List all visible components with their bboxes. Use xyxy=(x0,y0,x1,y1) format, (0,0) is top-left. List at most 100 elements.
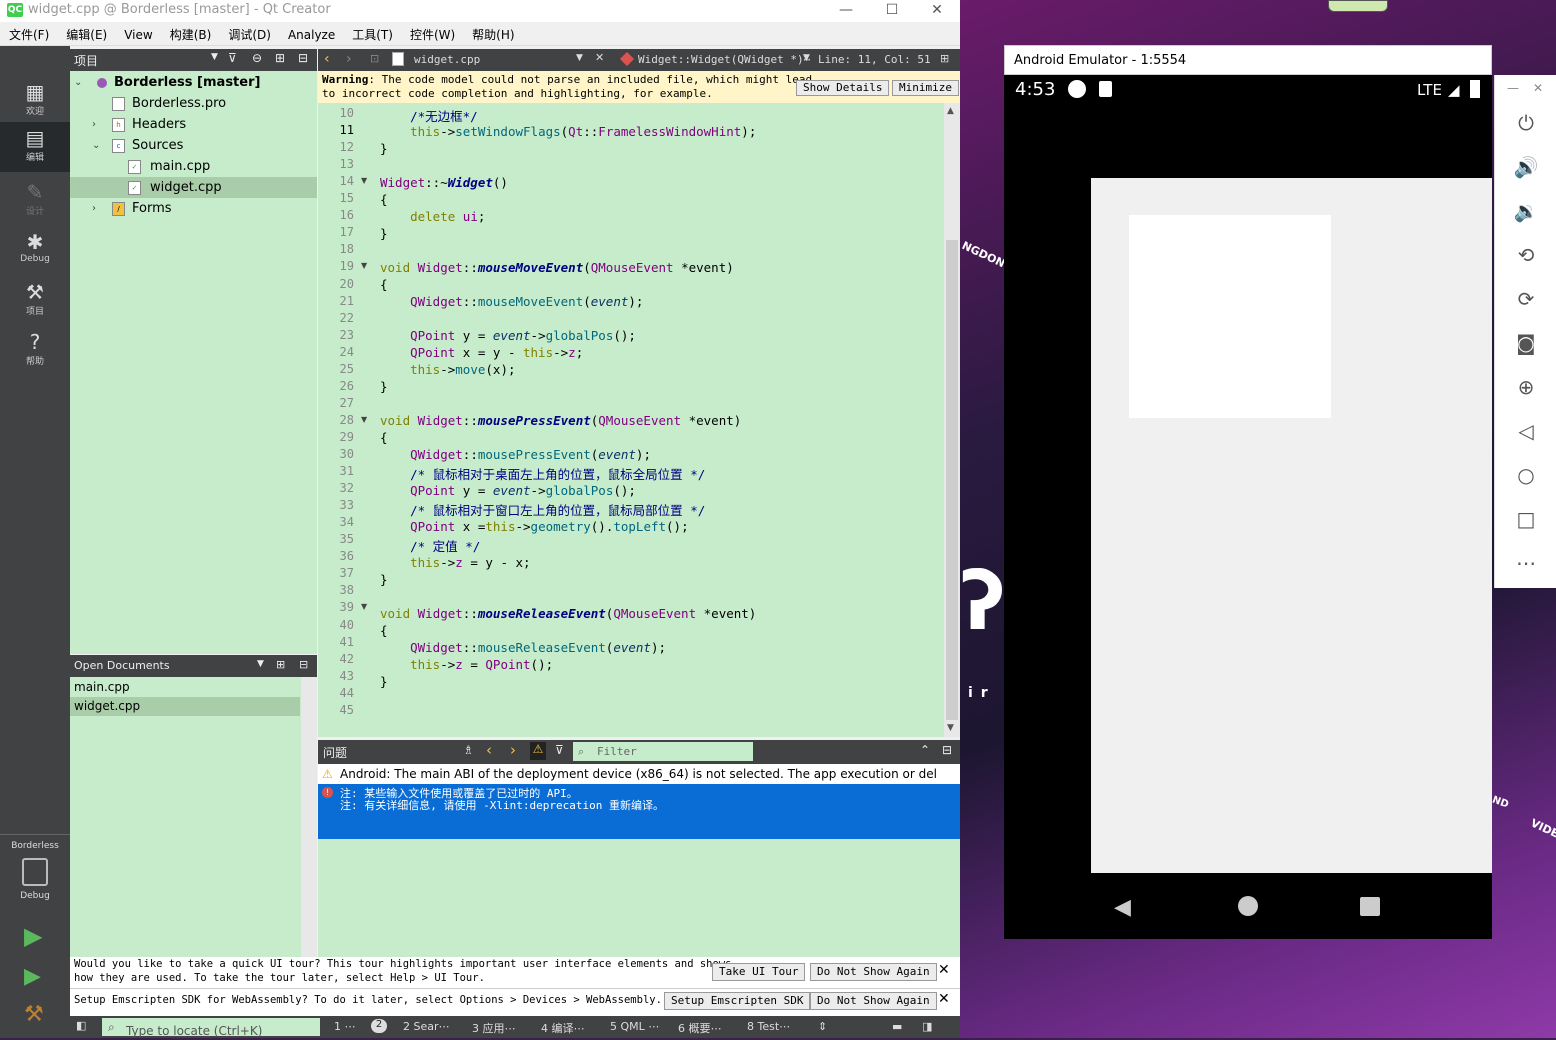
chevron-right-icon[interactable]: › xyxy=(92,198,96,219)
tree-item-main-cpp[interactable]: ✓ main.cpp xyxy=(70,156,317,177)
open-doc-item[interactable]: widget.cpp xyxy=(70,697,300,716)
tree-item-sources[interactable]: ⌄ c Sources xyxy=(70,135,317,156)
zoom-icon[interactable]: ⊕ xyxy=(1495,375,1556,399)
tree-item-forms[interactable]: › / Forms xyxy=(70,198,317,219)
mode-help[interactable]: ? 帮助 xyxy=(0,326,70,376)
cursor-position[interactable]: Line: 11, Col: 51 xyxy=(818,53,931,66)
chevron-down-icon[interactable]: ▼ xyxy=(803,53,810,63)
close-icon[interactable]: ✕ xyxy=(938,991,950,1007)
minimize-button[interactable]: — xyxy=(823,0,869,22)
chevron-down-icon[interactable]: ⌄ xyxy=(74,72,82,93)
menu-view[interactable]: View xyxy=(115,24,160,42)
split-icon[interactable]: ⊞ xyxy=(276,658,285,671)
chevron-down-icon[interactable]: ▼ xyxy=(211,52,218,62)
output-tab[interactable]: 8 Test⋯ xyxy=(747,1020,790,1033)
close-button[interactable]: ✕ xyxy=(914,0,960,22)
rotate-right-icon[interactable]: ⟳ xyxy=(1495,287,1556,311)
emulator-screen[interactable]: 4:53 LTE ◢ ◀ xyxy=(1004,75,1492,939)
camera-icon[interactable]: ◙ xyxy=(1495,331,1556,355)
close-pane-icon[interactable]: ⊟ xyxy=(942,743,952,757)
debug-run-icon[interactable]: ▶ xyxy=(24,964,41,989)
maximize-pane-icon[interactable]: ⌃ xyxy=(920,743,930,757)
show-details-button[interactable]: Show Details xyxy=(796,80,890,96)
mode-debug[interactable]: ✱ Debug xyxy=(0,226,70,276)
chevron-down-icon[interactable]: ⌄ xyxy=(92,135,100,156)
filter-icon[interactable]: ⊽ xyxy=(555,743,564,757)
overview-icon[interactable]: □ xyxy=(1495,507,1556,531)
menu-help[interactable]: 帮助(H) xyxy=(463,22,522,43)
split-icon[interactable]: ⊞ xyxy=(940,52,949,65)
fold-marker-icon[interactable]: ▼ xyxy=(361,602,367,611)
mode-projects[interactable]: ⚒ 项目 xyxy=(0,276,70,326)
fold-marker-icon[interactable]: ▼ xyxy=(361,415,367,424)
home-icon[interactable] xyxy=(1238,896,1258,916)
power-icon[interactable]: ⏻ xyxy=(1495,111,1556,135)
close-panel-icon[interactable]: ⊟ xyxy=(298,51,308,65)
do-not-show-again-button[interactable]: Do Not Show Again xyxy=(810,963,937,981)
chevron-down-icon[interactable]: ▼ xyxy=(576,53,583,63)
issues-filter-input[interactable]: ⌕ Filter xyxy=(573,742,753,761)
recents-icon[interactable] xyxy=(1360,897,1380,916)
back-icon[interactable]: ◀ xyxy=(1114,895,1131,920)
more-icon[interactable]: ⇕ xyxy=(818,1020,827,1033)
fold-marker-icon[interactable]: ▼ xyxy=(361,261,367,270)
volume-down-icon[interactable]: 🔉 xyxy=(1495,199,1556,223)
fold-marker-icon[interactable]: ▼ xyxy=(361,176,367,185)
back-icon[interactable]: ◁ xyxy=(1495,419,1556,443)
code-editor[interactable]: /*无边框*/ this->setWindowFlags(Qt::Framele… xyxy=(376,103,944,737)
scroll-thumb[interactable] xyxy=(946,240,958,720)
menu-tools[interactable]: 工具(T) xyxy=(343,22,401,43)
mode-edit[interactable]: ▤ 编辑 xyxy=(0,122,70,172)
menu-build[interactable]: 构建(B) xyxy=(161,22,220,43)
back-icon[interactable]: ‹ xyxy=(324,51,330,67)
toggle-sidebar-icon[interactable]: ◧ xyxy=(76,1019,86,1032)
editor-scrollbar[interactable]: ▲ ▼ xyxy=(944,103,960,737)
issue-row-selected[interactable]: ! 注: 某些输入文件使用或覆盖了已过时的 API。 注: 有关详细信息, 请使… xyxy=(318,784,960,839)
mode-design[interactable]: ✎ 设计 xyxy=(0,176,70,226)
output-tab[interactable]: 5 QML ⋯ xyxy=(610,1020,659,1033)
open-doc-item[interactable]: main.cpp xyxy=(70,678,300,697)
panel-title[interactable]: 项目 xyxy=(74,52,98,69)
scroll-up-icon[interactable]: ▲ xyxy=(947,106,954,116)
clean-icon[interactable]: ♗ xyxy=(463,743,474,757)
locator-input[interactable]: ⌕ Type to locate (Ctrl+K) xyxy=(102,1018,320,1038)
tree-item-widget-cpp[interactable]: ✓ widget.cpp xyxy=(70,177,317,198)
output-tab[interactable]: 2 Sear⋯ xyxy=(403,1020,450,1033)
split-icon[interactable]: ⊞ xyxy=(275,51,285,65)
home-icon[interactable]: ○ xyxy=(1495,463,1556,487)
app-window[interactable] xyxy=(1091,178,1492,873)
mode-welcome[interactable]: ▦ 欢迎 xyxy=(0,76,70,126)
menu-edit[interactable]: 编辑(E) xyxy=(57,22,115,43)
chevron-right-icon[interactable]: › xyxy=(92,114,96,135)
scrollbar[interactable] xyxy=(301,677,317,957)
more-icon[interactable]: ⋯ xyxy=(1495,551,1556,575)
menu-analyze[interactable]: Analyze xyxy=(279,24,343,42)
close-icon[interactable]: ✕ xyxy=(938,962,950,978)
toggle-output-icon[interactable]: ◨ xyxy=(922,1020,932,1033)
output-tab[interactable]: 3 应用⋯ xyxy=(472,1020,516,1036)
scroll-down-icon[interactable]: ▼ xyxy=(947,723,954,733)
symbol-selector[interactable]: Widget::Widget(QWidget *)⋯ xyxy=(638,53,810,66)
build-icon[interactable]: ⚒ xyxy=(24,1002,44,1027)
output-tab[interactable]: 6 概要⋯ xyxy=(678,1020,722,1036)
run-icon[interactable]: ▶ xyxy=(24,922,42,950)
progress-icon[interactable]: ▬ xyxy=(892,1020,902,1033)
next-icon[interactable]: › xyxy=(510,741,516,759)
tree-item-pro-file[interactable]: Borderless.pro xyxy=(70,93,317,114)
setup-sdk-button[interactable]: Setup Emscripten SDK xyxy=(664,992,811,1010)
menu-debug[interactable]: 调试(D) xyxy=(219,22,279,43)
close-file-icon[interactable]: ✕ xyxy=(595,51,604,64)
tree-item-project[interactable]: ⌄ Borderless [master] xyxy=(70,72,317,93)
filter-icon[interactable]: ⊽ xyxy=(228,51,237,65)
chevron-down-icon[interactable]: ▼ xyxy=(257,659,264,669)
close-icon[interactable]: ✕ xyxy=(1533,81,1543,95)
minimize-warning-button[interactable]: Minimize xyxy=(892,80,959,96)
maximize-button[interactable]: ☐ xyxy=(869,0,915,22)
link-icon[interactable]: ⊖ xyxy=(252,51,262,65)
close-panel-icon[interactable]: ⊟ xyxy=(299,658,308,671)
output-tab[interactable]: 1 ⋯ xyxy=(334,1020,356,1033)
menu-widgets[interactable]: 控件(W) xyxy=(401,22,463,43)
take-tour-button[interactable]: Take UI Tour xyxy=(712,963,806,981)
rotate-left-icon[interactable]: ⟲ xyxy=(1495,243,1556,267)
tree-item-headers[interactable]: › h Headers xyxy=(70,114,317,135)
